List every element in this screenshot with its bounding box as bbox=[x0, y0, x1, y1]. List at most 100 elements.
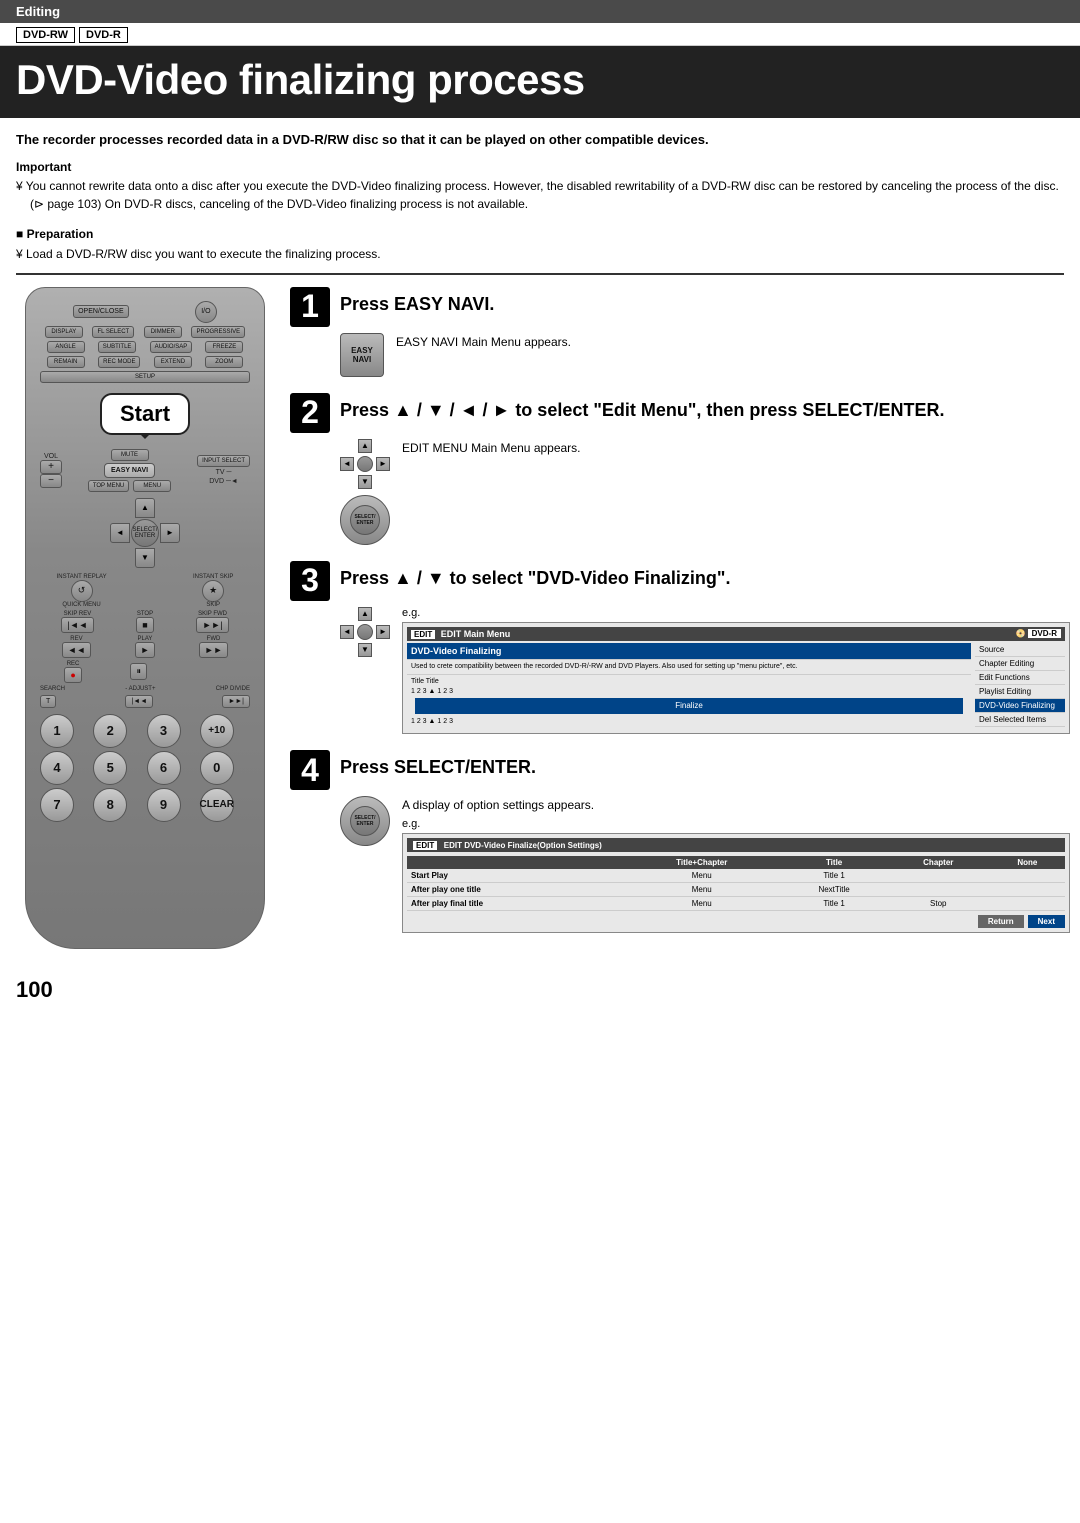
remote-display-row: DISPLAY FL SELECT DIMMER PROGRESSIVE bbox=[40, 326, 250, 338]
subtitle-btn[interactable]: SUBTITLE bbox=[98, 341, 137, 353]
search-fwd-btn[interactable]: ►►| bbox=[222, 695, 250, 708]
menu-dvd-finalizing: DVD-Video Finalizing bbox=[975, 699, 1065, 713]
menu-btn[interactable]: MENU bbox=[133, 480, 171, 492]
fl-select-btn[interactable]: FL SELECT bbox=[92, 326, 134, 338]
menu-chapter: Chapter Editing bbox=[975, 657, 1065, 671]
disc-badges-row: DVD-RW DVD-R bbox=[0, 23, 1080, 46]
step-1: 1 Press EASY NAVI. EASYNAVI EASY NAVI Ma… bbox=[290, 287, 1070, 377]
fwd-btn[interactable]: ►► bbox=[199, 642, 229, 658]
next-btn[interactable]: Next bbox=[1028, 915, 1065, 928]
important-label: Important bbox=[16, 160, 1064, 174]
num-9-btn[interactable]: 9 bbox=[147, 788, 181, 822]
stop-col: STOP ■ bbox=[136, 611, 153, 633]
step-4-header: 4 Press SELECT/ENTER. bbox=[290, 750, 1070, 790]
num-8-btn[interactable]: 8 bbox=[93, 788, 127, 822]
num-3-btn[interactable]: 3 bbox=[147, 714, 181, 748]
zoom-btn[interactable]: ZOOM bbox=[205, 356, 243, 368]
top-menu-btn[interactable]: TOP MENU bbox=[88, 480, 129, 492]
search-row: SEARCH - ADJUST+ CHP DIVIDE bbox=[40, 686, 250, 692]
nav-down-img-3: ▼ bbox=[358, 643, 372, 657]
extend-btn[interactable]: EXTEND bbox=[154, 356, 192, 368]
row2-col3 bbox=[887, 883, 990, 897]
pause-btn[interactable]: ⏸ bbox=[130, 663, 147, 680]
rec-mode-btn[interactable]: REC MODE bbox=[98, 356, 140, 368]
search-rev-btn[interactable]: |◄◄ bbox=[125, 695, 153, 708]
remote-control: OPEN/CLOSE I/O DISPLAY FL SELECT DIMMER … bbox=[25, 287, 265, 950]
steps-section: 1 Press EASY NAVI. EASYNAVI EASY NAVI Ma… bbox=[290, 283, 1070, 950]
menu-del-selected: Del Selected Items bbox=[975, 713, 1065, 727]
chp-divide-label: CHP DIVIDE bbox=[216, 686, 250, 692]
dimmer-btn[interactable]: DIMMER bbox=[144, 326, 182, 338]
nav-up-btn[interactable]: ▲ bbox=[135, 498, 155, 518]
step-4-desc: A display of option settings appears. bbox=[402, 796, 1070, 814]
return-btn[interactable]: Return bbox=[978, 915, 1024, 928]
step-3-number: 3 bbox=[290, 561, 330, 601]
display-btn[interactable]: DISPLAY bbox=[45, 326, 83, 338]
skip-rev-btn[interactable]: |◄◄ bbox=[61, 617, 93, 633]
audio-sap-btn[interactable]: AUDIO/SAP bbox=[150, 341, 193, 353]
adjust-label: - ADJUST+ bbox=[125, 686, 155, 692]
skip-fwd-btn[interactable]: ►►| bbox=[196, 617, 228, 633]
open-close-btn[interactable]: OPEN/CLOSE bbox=[73, 305, 129, 318]
angle-btn[interactable]: ANGLE bbox=[47, 341, 85, 353]
rev-btn[interactable]: ◄◄ bbox=[62, 642, 92, 658]
title-items-row: 1 2 3 ▲ 1 2 3 bbox=[411, 687, 967, 697]
rec-col: REC ● bbox=[64, 661, 81, 683]
step-1-text: EASY NAVI Main Menu appears. bbox=[396, 333, 1070, 355]
progressive-btn[interactable]: PROGRESSIVE bbox=[191, 326, 245, 338]
setup-btn[interactable]: SETUP bbox=[40, 371, 250, 383]
vol-up-btn[interactable]: + bbox=[40, 460, 62, 474]
play-col: PLAY ► bbox=[135, 636, 156, 658]
preparation-text: ¥ Load a DVD-R/RW disc you want to execu… bbox=[16, 245, 1064, 263]
num-4-btn[interactable]: 4 bbox=[40, 751, 74, 785]
nav-right-btn[interactable]: ► bbox=[160, 523, 180, 543]
num-6-btn[interactable]: 6 bbox=[147, 751, 181, 785]
mute-btn[interactable]: MUTE bbox=[111, 449, 149, 461]
num-plus10-btn[interactable]: +10 bbox=[200, 714, 234, 748]
power-btn[interactable]: I/O bbox=[195, 301, 217, 323]
play-btn[interactable]: ► bbox=[135, 642, 156, 658]
select-enter-btn[interactable]: SELECT/ENTER bbox=[131, 519, 159, 547]
row2-col4 bbox=[990, 883, 1065, 897]
col-title: Title bbox=[781, 856, 887, 869]
num-2-btn[interactable]: 2 bbox=[93, 714, 127, 748]
stop-btn[interactable]: ■ bbox=[136, 617, 153, 633]
remote-container: OPEN/CLOSE I/O DISPLAY FL SELECT DIMMER … bbox=[10, 283, 280, 950]
clear-btn[interactable]: CLEAR bbox=[200, 788, 234, 822]
input-select-btn[interactable]: INPUT SELECT bbox=[197, 455, 250, 467]
remain-btn[interactable]: REMAIN bbox=[47, 356, 85, 368]
vol-down-btn[interactable]: − bbox=[40, 474, 62, 488]
step-4: 4 Press SELECT/ENTER. SELECT/ENTER A dis… bbox=[290, 750, 1070, 933]
vol-col: VOL + − bbox=[40, 453, 62, 488]
important-section: Important ¥ You cannot rewrite data onto… bbox=[0, 154, 1080, 221]
t-btn[interactable]: T bbox=[40, 695, 56, 708]
instant-skip-btn[interactable]: ★ bbox=[202, 580, 224, 602]
nav-down-btn[interactable]: ▼ bbox=[135, 548, 155, 568]
nav-right-img-3: ► bbox=[376, 625, 390, 639]
search-label: SEARCH bbox=[40, 686, 65, 692]
num-0-btn[interactable]: 0 bbox=[200, 751, 234, 785]
row1-col3 bbox=[887, 869, 990, 883]
item-row2: 1 2 3 ▲ 1 2 3 bbox=[411, 716, 967, 728]
nav-cross-container: ▲ ▼ ◄ ► SELECT/ENTER bbox=[40, 498, 250, 568]
freeze-btn[interactable]: FREEZE bbox=[205, 341, 243, 353]
screen-content: DVD-Video Finalizing Used to crete compa… bbox=[407, 643, 1065, 730]
step-4-number: 4 bbox=[290, 750, 330, 790]
nav-cross: ▲ ▼ ◄ ► SELECT/ENTER bbox=[110, 498, 180, 568]
col-none: None bbox=[990, 856, 1065, 869]
num-7-btn[interactable]: 7 bbox=[40, 788, 74, 822]
instant-replay-btn[interactable]: ↺ bbox=[71, 580, 93, 602]
col-title-chapter: Title+Chapter bbox=[622, 856, 781, 869]
nav-left-btn[interactable]: ◄ bbox=[110, 523, 130, 543]
nav-up-img-3: ▲ bbox=[358, 607, 372, 621]
fwd-col: FWD ►► bbox=[199, 636, 229, 658]
tv-dvd-row: TOP MENU MENU bbox=[88, 480, 171, 492]
options-footer: Return Next bbox=[407, 915, 1065, 928]
step-4-icon: SELECT/ENTER bbox=[340, 796, 390, 846]
easy-navi-btn[interactable]: EASY NAVI bbox=[104, 463, 155, 478]
num-5-btn[interactable]: 5 bbox=[93, 751, 127, 785]
nav-left-img-3: ◄ bbox=[340, 625, 354, 639]
num-1-btn[interactable]: 1 bbox=[40, 714, 74, 748]
skip-rev-col: SKIP REV |◄◄ bbox=[61, 611, 93, 633]
rec-btn[interactable]: ● bbox=[64, 667, 81, 683]
